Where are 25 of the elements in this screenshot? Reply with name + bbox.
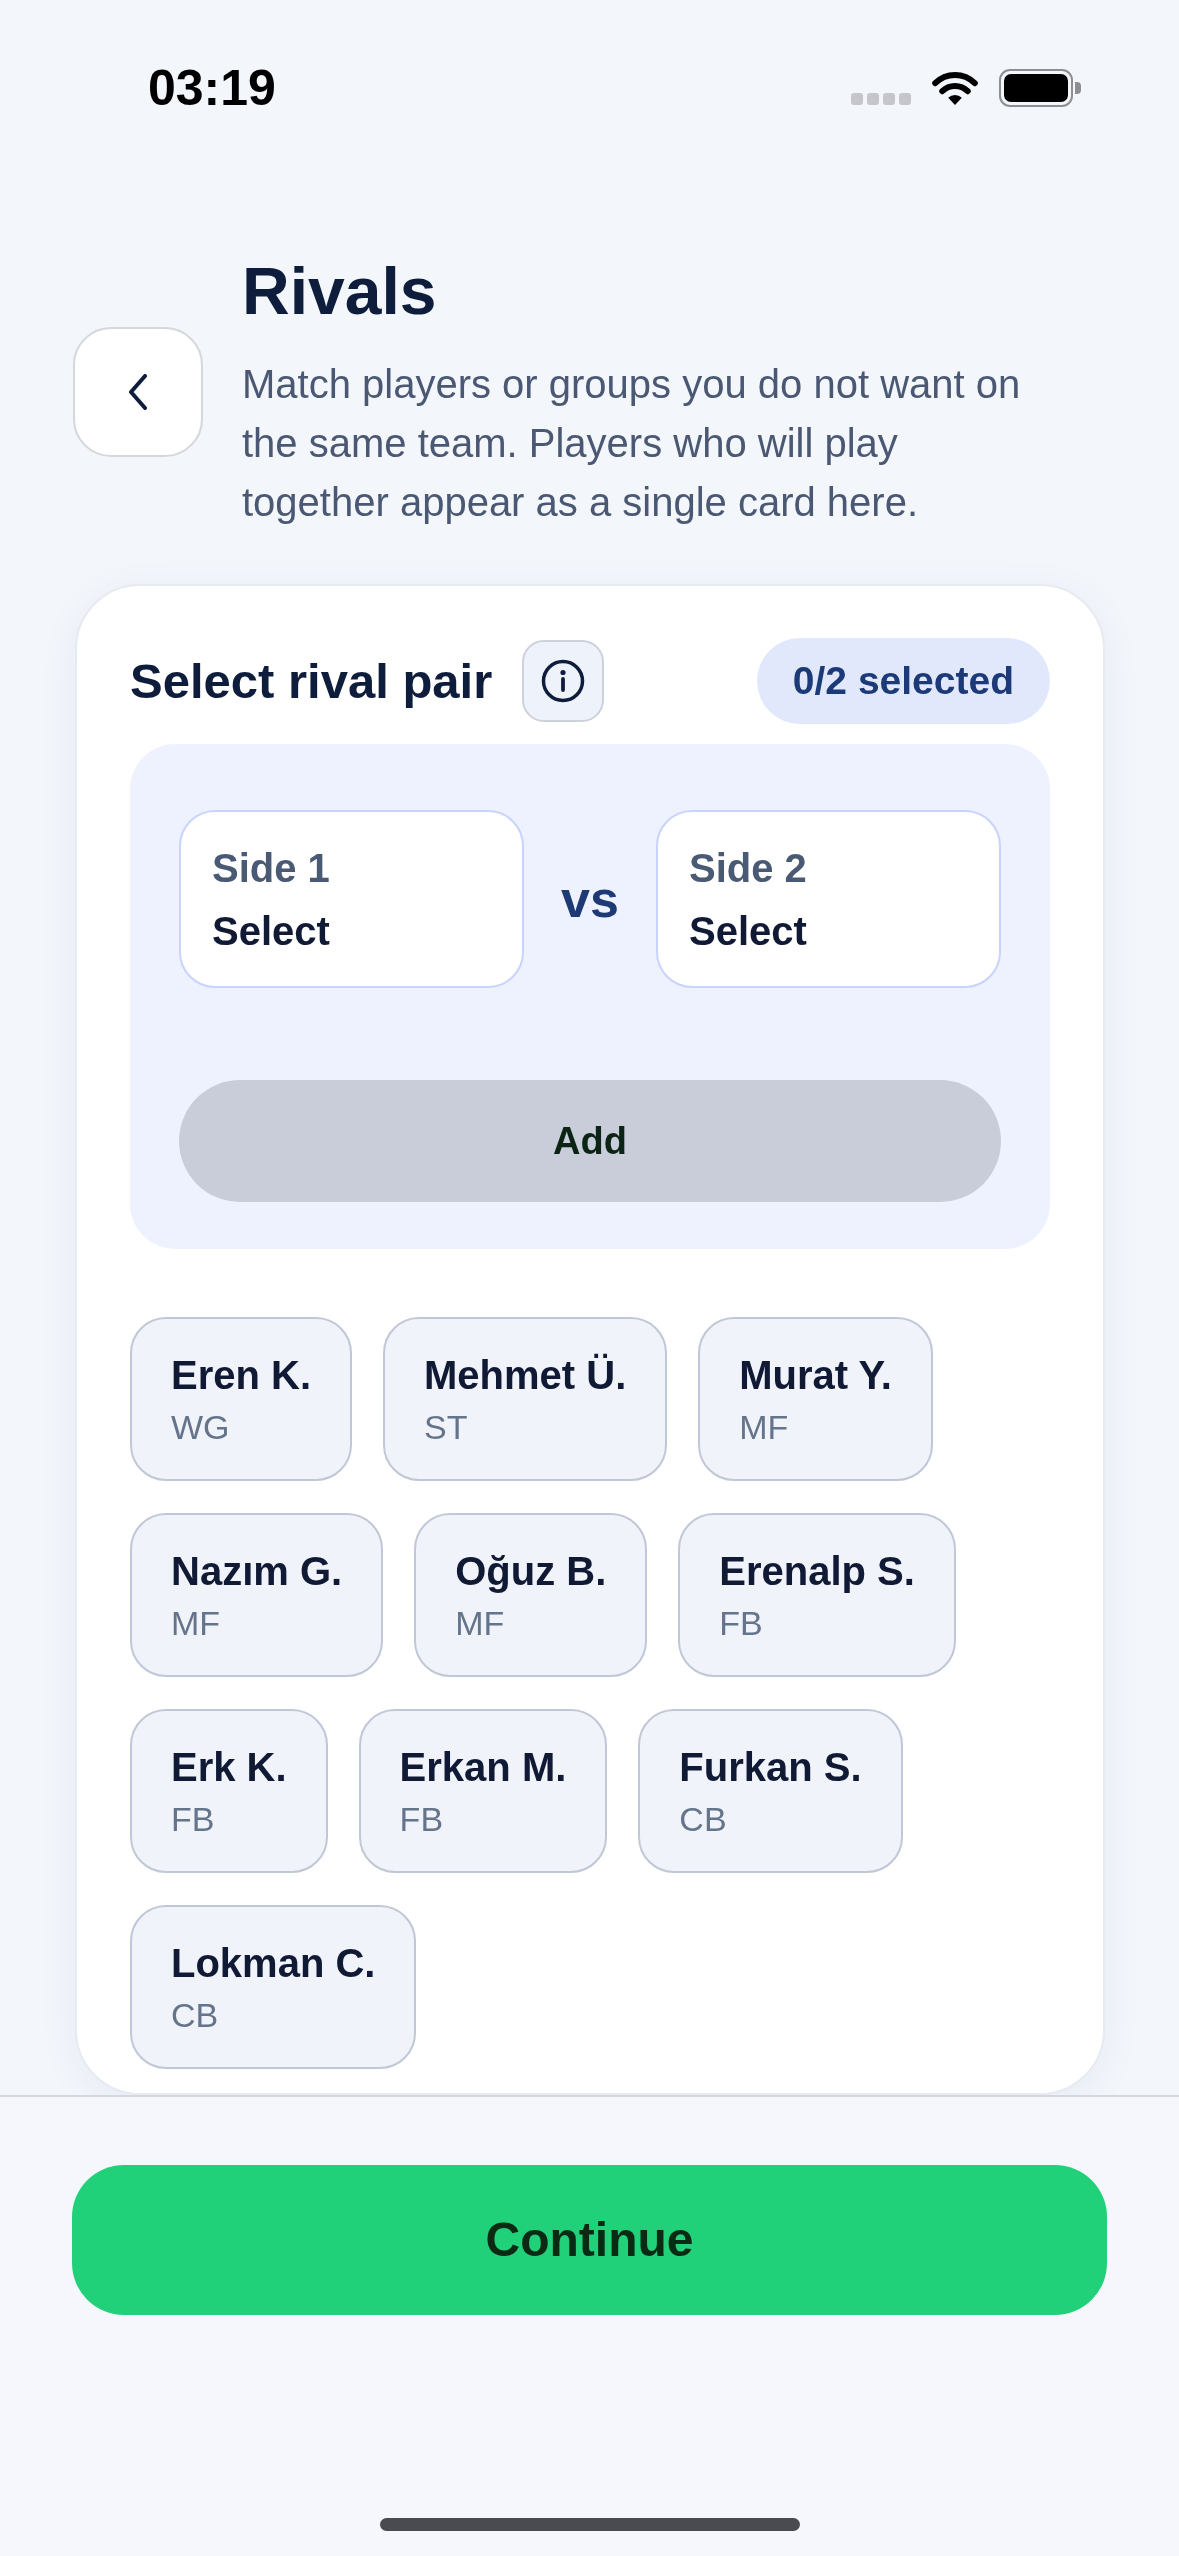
player-chip[interactable]: Nazım G. MF (130, 1513, 384, 1677)
player-chip[interactable]: Erenalp S. FB (678, 1513, 956, 1677)
versus-label: vs (560, 869, 620, 929)
continue-button[interactable]: Continue (72, 2165, 1107, 2315)
signal-dots-icon (851, 93, 911, 105)
player-chip[interactable]: Lokman C. CB (130, 1905, 417, 2069)
info-button[interactable] (522, 640, 605, 722)
player-chip[interactable]: Murat Y. MF (698, 1317, 933, 1481)
status-time: 03:19 (148, 59, 276, 118)
info-icon (541, 659, 586, 703)
section-title: Select rival pair (130, 653, 493, 710)
page-title: Rivals (242, 253, 438, 330)
wifi-icon (931, 69, 979, 107)
page-description: Match players or groups you do not want on the same team. Players who will play together appear as a single card here. (242, 361, 1022, 526)
player-chip[interactable]: Erkan M. FB (358, 1709, 608, 1873)
chevron-left-icon (128, 374, 148, 410)
side-selector[interactable]: Side 2 Select (656, 810, 1001, 988)
player-chip[interactable]: Mehmet Ü. ST (383, 1317, 668, 1481)
battery-icon (999, 69, 1081, 107)
side-selector[interactable]: Side 1 Select (179, 810, 524, 988)
player-chip[interactable]: Eren K. WG (130, 1317, 353, 1481)
player-chip[interactable]: Erk K. FB (130, 1709, 328, 1873)
selection-count: 0/2 selected (756, 638, 1050, 724)
player-chip[interactable]: Oğuz B. MF (414, 1513, 648, 1677)
player-chip[interactable]: Furkan S. CB (638, 1709, 903, 1873)
